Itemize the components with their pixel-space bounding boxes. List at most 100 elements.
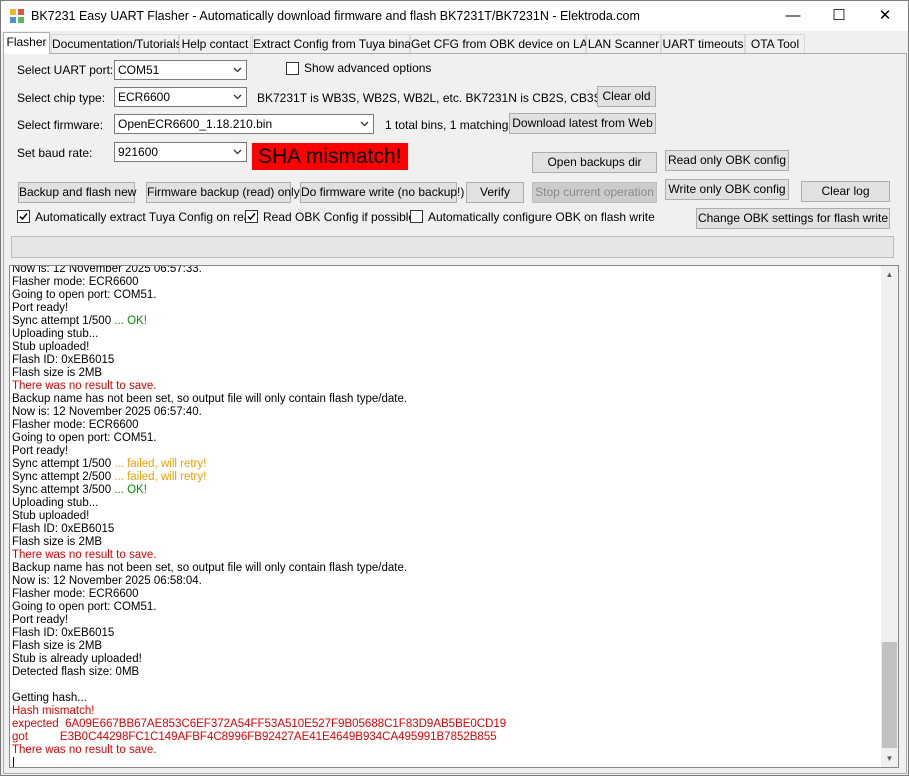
chevron-down-icon [233, 94, 242, 100]
checkmark-icon [19, 213, 28, 221]
window-title: BK7231 Easy UART Flasher - Automatically… [31, 9, 640, 23]
log-line: Flasher mode: ECR6600 [12, 276, 882, 289]
verify-button[interactable]: Verify [466, 182, 524, 203]
backup-and-flash-button[interactable]: Backup and flash new [18, 182, 136, 203]
tab-uart-timeouts[interactable]: UART timeouts [661, 34, 745, 53]
read-obk-config-checkbox[interactable] [245, 210, 258, 223]
log-segment: Backup name has not been set, so output … [12, 562, 408, 574]
chip-type-select[interactable]: ECR6600 [114, 87, 247, 107]
log-line: Sync attempt 1/500 ... OK! [12, 315, 882, 328]
firmware-select[interactable]: OpenECR6600_1.18.210.bin [114, 114, 374, 134]
progress-bar [11, 236, 894, 258]
tab-help-contact[interactable]: Help contact [179, 34, 251, 53]
log-line: Stub uploaded! [12, 510, 882, 523]
log-segment: Flash ID: 0xEB6015 [12, 354, 115, 366]
maximize-icon[interactable]: ☐ [816, 1, 862, 31]
bins-info-text: 1 total bins, 1 matching. [385, 118, 512, 132]
clear-old-button[interactable]: Clear old [597, 86, 656, 107]
log-line: Flash size is 2MB [12, 536, 882, 549]
log-segment: Uploading stub... [12, 497, 99, 509]
firmware-write-button[interactable]: Do firmware write (no backup!) [300, 182, 464, 203]
log-segment: Sync attempt 1/500 [12, 315, 115, 327]
log-line: Flasher mode: ECR6600 [12, 588, 882, 601]
read-only-obk-config-button[interactable]: Read only OBK config [665, 150, 789, 171]
log-line: Detected flash size: 0MB [12, 666, 882, 679]
scroll-down-icon[interactable]: ▼ [881, 750, 898, 767]
log-segment: Flasher mode: ECR6600 [12, 419, 139, 431]
log-textbox[interactable]: Now is: 12 November 2025 06:57:33. Flashe… [9, 265, 899, 768]
log-segment: Getting hash... [12, 692, 87, 704]
log-line: expected 6A09E667BB67AE853C6EF372A54FF53… [12, 718, 882, 731]
uart-port-select[interactable]: COM51 [114, 60, 247, 80]
log-line: Flasher mode: ECR6600 [12, 419, 882, 432]
title-bar[interactable]: BK7231 Easy UART Flasher - Automatically… [1, 1, 908, 31]
tab-flasher[interactable]: Flasher [3, 32, 50, 54]
scroll-up-icon[interactable]: ▲ [881, 266, 898, 283]
log-segment: ... failed, will retry! [114, 471, 207, 483]
log-segment: Port ready! [12, 614, 69, 626]
open-backups-dir-button[interactable]: Open backups dir [532, 152, 657, 173]
log-segment: Detected flash size: 0MB [12, 666, 140, 678]
download-latest-button[interactable]: Download latest from Web [509, 113, 656, 134]
chevron-down-icon [233, 67, 242, 73]
log-segment: Flasher mode: ECR6600 [12, 276, 139, 288]
log-lines: Now is: 12 November 2025 06:57:33. Flashe… [12, 265, 882, 767]
log-segment: Sync attempt 1/500 [12, 458, 115, 470]
baud-rate-select[interactable]: 921600 [114, 142, 247, 162]
log-line: Going to open port: COM51. [12, 289, 882, 302]
log-segment: Hash mismatch! [12, 705, 95, 717]
log-line: | [12, 757, 882, 767]
log-segment: Now is: 12 November 2025 06:58:04. [12, 575, 202, 587]
stop-operation-button[interactable]: Stop current operation [532, 182, 657, 203]
log-line: Sync attempt 1/500 ... failed, will retr… [12, 458, 882, 471]
log-line: Getting hash... [12, 692, 882, 705]
close-icon[interactable]: ✕ [862, 1, 908, 31]
firmware-backup-button[interactable]: Firmware backup (read) only [146, 182, 300, 203]
scrollbar-thumb[interactable] [882, 642, 897, 748]
log-segment: Port ready! [12, 302, 69, 314]
log-scrollbar[interactable]: ▲ ▼ [881, 266, 898, 767]
tab-get-cfg-lan[interactable]: Get CFG from OBK device on LAN [410, 34, 596, 53]
log-segment: There was no result to save. [12, 549, 157, 561]
tab-lan-scanner[interactable]: LAN Scanner [586, 34, 661, 53]
log-segment: Flash ID: 0xEB6015 [12, 627, 115, 639]
log-line: Going to open port: COM51. [12, 601, 882, 614]
chip-type-label: Select chip type: [17, 91, 106, 105]
clear-log-button[interactable]: Clear log [801, 181, 890, 202]
chip-info-text: BK7231T is WB3S, WB2S, WB2L, etc. BK7231… [257, 91, 625, 105]
log-segment: ... OK! [114, 484, 147, 496]
change-obk-settings-button[interactable]: Change OBK settings for flash write [696, 208, 890, 229]
log-segment: Uploading stub... [12, 328, 99, 340]
read-obk-config-label: Read OBK Config if possible [263, 210, 416, 224]
log-line: Uploading stub... [12, 497, 882, 510]
tab-documentation[interactable]: Documentation/Tutorials [51, 34, 182, 53]
auto-configure-checkbox[interactable] [410, 210, 423, 223]
log-segment: Now is: 12 November 2025 06:57:33. [12, 265, 202, 275]
log-segment: Flash size is 2MB [12, 367, 103, 379]
write-only-obk-config-button[interactable]: Write only OBK config [665, 179, 789, 200]
advanced-options-checkbox[interactable] [286, 62, 299, 75]
auto-extract-checkbox[interactable] [17, 210, 30, 223]
uart-port-value: COM51 [118, 63, 160, 77]
tab-ota-tool[interactable]: OTA Tool [745, 34, 805, 53]
log-line: Going to open port: COM51. [12, 432, 882, 445]
log-segment: Going to open port: COM51. [12, 289, 157, 301]
sha-mismatch-banner: SHA mismatch! [252, 143, 408, 170]
log-line: Flash size is 2MB [12, 367, 882, 380]
firmware-label: Select firmware: [17, 118, 104, 132]
log-line: There was no result to save. [12, 744, 882, 757]
main-window: BK7231 Easy UART Flasher - Automatically… [0, 0, 909, 776]
minimize-icon[interactable]: — [770, 1, 816, 31]
log-line: Backup name has not been set, so output … [12, 393, 882, 406]
chevron-down-icon [360, 121, 369, 127]
log-segment: Going to open port: COM51. [12, 432, 157, 444]
log-line: Sync attempt 3/500 ... OK! [12, 484, 882, 497]
log-line: Now is: 12 November 2025 06:57:33. [12, 265, 882, 276]
log-line: Port ready! [12, 445, 882, 458]
log-segment: Sync attempt 2/500 [12, 471, 115, 483]
auto-extract-label: Automatically extract Tuya Config on rea… [35, 210, 258, 224]
tab-extract-config[interactable]: Extract Config from Tuya binary [252, 34, 421, 53]
checkmark-icon [247, 213, 256, 221]
log-segment: Backup name has not been set, so output … [12, 393, 408, 405]
log-segment: Flasher mode: ECR6600 [12, 588, 139, 600]
